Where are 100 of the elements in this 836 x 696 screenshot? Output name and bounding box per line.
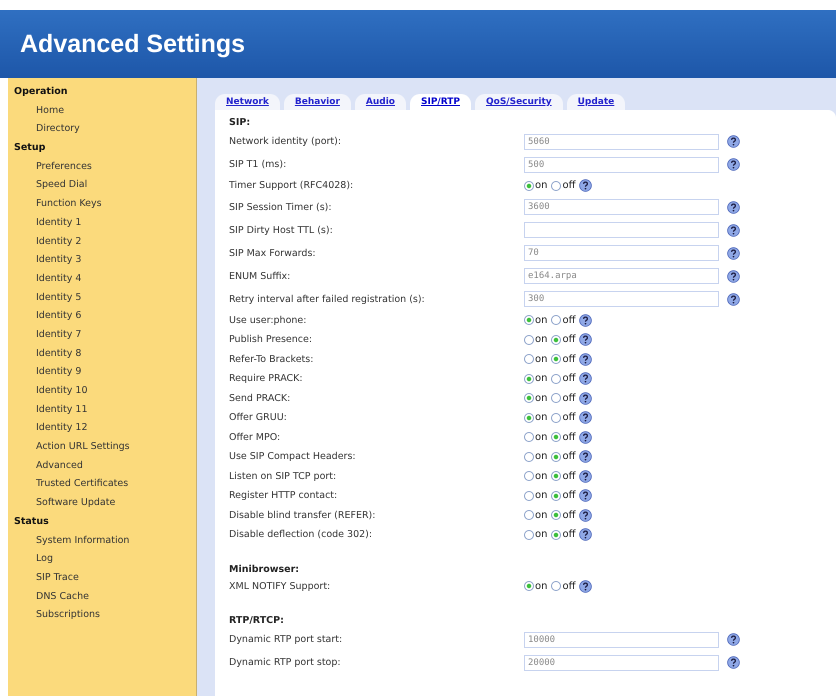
radio-button[interactable] (524, 180, 534, 191)
sidebar-item[interactable]: Function Keys (8, 195, 196, 214)
help-icon[interactable] (727, 158, 740, 171)
sidebar-item[interactable]: Identity 11 (8, 400, 196, 420)
sidebar-item[interactable]: Identity 4 (8, 270, 196, 289)
help-icon[interactable] (727, 656, 740, 669)
help-icon[interactable] (727, 246, 740, 260)
help-icon[interactable] (727, 633, 740, 646)
radio-button[interactable] (551, 412, 562, 423)
help-icon[interactable] (727, 292, 740, 306)
sidebar-item[interactable]: Identity 7 (8, 326, 196, 345)
help-icon[interactable] (579, 411, 592, 424)
sidebar-item[interactable]: Identity 8 (8, 344, 196, 364)
input-field[interactable]: 10000 (524, 632, 719, 648)
radio-button[interactable] (524, 354, 534, 364)
radio-button[interactable] (524, 452, 534, 462)
radio-button[interactable] (524, 510, 534, 520)
radio-button[interactable] (551, 581, 562, 592)
input-field[interactable]: 300 (524, 291, 719, 307)
sidebar-item[interactable]: Identity 9 (8, 363, 196, 382)
input-field[interactable]: 5060 (524, 134, 719, 150)
sidebar-item[interactable]: Action URL Settings (8, 438, 196, 457)
radio-button[interactable] (524, 412, 534, 423)
help-icon[interactable] (579, 430, 592, 444)
sidebar-item[interactable]: Trusted Certificates (8, 475, 196, 494)
sidebar-item[interactable]: Identity 10 (8, 382, 196, 401)
help-icon[interactable] (579, 528, 592, 542)
radio-label: on (535, 412, 548, 424)
radio-button[interactable] (551, 334, 562, 345)
sidebar-item[interactable]: Identity 6 (8, 307, 196, 326)
field-label: Dynamic RTP port stop: (229, 657, 342, 668)
tab[interactable]: Behavior (284, 94, 351, 110)
radio-label: off (562, 412, 576, 424)
radio-button[interactable] (551, 180, 562, 191)
radio-button[interactable] (551, 490, 562, 501)
help-icon[interactable] (579, 314, 592, 327)
radio-button[interactable] (551, 432, 562, 442)
radio-button[interactable] (551, 393, 562, 404)
sidebar-item[interactable]: Directory (8, 120, 196, 140)
tab[interactable]: Update (566, 94, 626, 110)
sidebar-item[interactable]: Identity 12 (8, 419, 196, 438)
help-icon[interactable] (727, 200, 740, 214)
help-icon[interactable] (579, 333, 592, 346)
radio-button[interactable] (551, 471, 562, 482)
input-field[interactable]: 20000 (524, 654, 719, 670)
radio-button[interactable] (524, 581, 534, 592)
sidebar-item[interactable]: System Information (8, 532, 196, 550)
sidebar-item[interactable]: Speed Dial (8, 176, 196, 196)
radio-button[interactable] (551, 315, 562, 326)
sidebar-item[interactable]: Subscriptions (8, 606, 196, 625)
sidebar-item[interactable]: Log (8, 550, 196, 569)
tab[interactable]: QoS/Security (474, 94, 563, 110)
tab[interactable]: Network (215, 94, 280, 110)
radio-button[interactable] (524, 432, 534, 442)
sidebar-item[interactable]: Advanced (8, 456, 196, 476)
help-icon[interactable] (579, 470, 592, 483)
radio-button[interactable] (524, 374, 534, 384)
radio-label: off (562, 470, 576, 482)
radio-button[interactable] (551, 452, 562, 462)
radio-button[interactable] (524, 315, 534, 326)
input-field[interactable]: 3600 (524, 199, 719, 215)
radio-button[interactable] (551, 374, 562, 384)
radio-button[interactable] (551, 354, 562, 364)
help-icon[interactable] (727, 270, 740, 282)
sidebar-item[interactable]: Home (8, 102, 196, 120)
sidebar-item[interactable]: Software Update (8, 494, 196, 513)
radio-button[interactable] (524, 490, 534, 501)
tab[interactable]: Audio (354, 94, 406, 110)
help-icon[interactable] (579, 352, 592, 366)
sidebar-item[interactable]: Preferences (8, 158, 196, 176)
sidebar-item[interactable]: SIP Trace (8, 568, 196, 588)
field-label: Disable deflection (code 302): (229, 529, 374, 540)
input-field[interactable]: 500 (524, 156, 719, 172)
field-label: Send PRACK: (229, 392, 292, 404)
sidebar-item[interactable]: Identity 5 (8, 288, 196, 308)
sidebar-item[interactable]: Identity 3 (8, 251, 196, 270)
help-icon[interactable] (579, 489, 592, 502)
help-icon[interactable] (727, 224, 740, 236)
help-icon[interactable] (727, 135, 740, 148)
radio-button[interactable] (524, 334, 534, 345)
radio-button[interactable] (551, 510, 562, 520)
sidebar-item[interactable]: DNS Cache (8, 588, 196, 606)
help-icon[interactable] (579, 580, 592, 593)
help-icon[interactable] (579, 179, 592, 192)
help-icon[interactable] (579, 392, 592, 405)
help-icon[interactable] (579, 508, 592, 522)
help-icon[interactable] (579, 372, 592, 386)
radio-button[interactable] (524, 530, 534, 540)
radio-button[interactable] (524, 471, 534, 482)
section-heading: RTP/RTCP: (229, 614, 285, 628)
input-field[interactable]: 70 (524, 245, 719, 261)
sidebar-item[interactable]: Identity 1 (8, 214, 196, 232)
help-icon[interactable] (579, 450, 592, 464)
tab[interactable]: SIP/RTP (410, 94, 471, 110)
sidebar-heading: Operation (13, 85, 69, 99)
input-field[interactable] (524, 222, 719, 238)
radio-button[interactable] (524, 393, 534, 404)
input-field[interactable]: e164.arpa (524, 268, 719, 284)
sidebar-item[interactable]: Identity 2 (8, 232, 196, 252)
radio-button[interactable] (551, 530, 562, 540)
